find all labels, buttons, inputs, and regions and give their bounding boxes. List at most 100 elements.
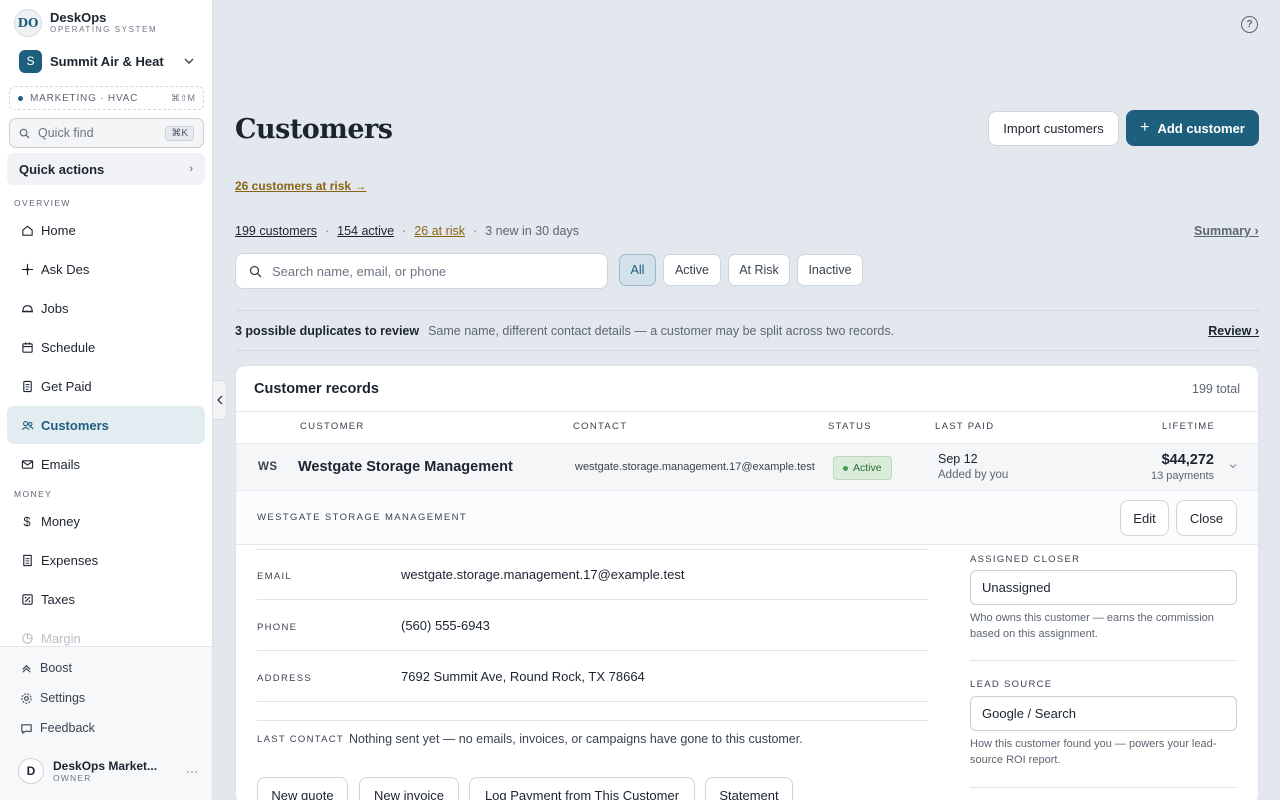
sidebar-collapse-button[interactable] [213,380,227,420]
more-icon[interactable]: ··· [186,764,198,778]
sidebar-item-label: Home [41,222,76,238]
assigned-closer-select[interactable]: Unassigned [970,570,1237,605]
search-input[interactable] [272,263,594,279]
user-name: DeskOps Market... [53,758,158,773]
dollar-icon: $ [23,513,31,529]
table-row[interactable]: WS Westgate Storage Management westgate.… [236,443,1258,491]
stat-separator: · [402,224,407,238]
filter-at-risk[interactable]: At Risk [728,254,790,286]
quick-find[interactable]: ⌘K [9,118,204,148]
add-customer-button[interactable]: + Add customer [1126,110,1259,146]
feedback-label: Feedback [40,721,95,735]
lead-source-select[interactable]: Google / Search [970,696,1237,731]
sidebar-item-label: Emails [41,456,81,472]
column-header-customer[interactable]: CUSTOMER [300,421,365,432]
column-header-status[interactable]: STATUS [828,421,872,432]
last-contact-text: Nothing sent yet — no emails, invoices, … [349,732,803,746]
workspace-shortcut: ⌘⇧M [170,92,195,103]
payment-count: 13 payments [1151,470,1214,482]
chevron-down-icon[interactable] [1228,461,1238,471]
stat-new: 3 new in 30 days [485,224,580,238]
assigned-closer-label: ASSIGNED CLOSER [970,554,1081,565]
nav-section-money: MONEY [14,489,53,499]
records-count: 199 total [1192,381,1240,396]
field-value[interactable]: (560) 555-6943 [401,618,490,633]
stat-at-risk[interactable]: 26 at risk [414,224,465,238]
add-customer-label: Add customer [1157,120,1245,136]
filter-active[interactable]: Active [663,254,721,286]
sidebar-item-emails[interactable]: Emails [7,445,205,483]
customer-records-card: Customer records 199 total CUSTOMER CONT… [235,365,1259,800]
customer-search[interactable] [235,253,608,289]
review-duplicates-link[interactable]: Review › [1208,324,1259,338]
settings-link[interactable]: Settings [19,691,85,705]
new-invoice-button[interactable]: New invoice [359,777,459,800]
boost-link[interactable]: Boost [19,661,72,675]
close-button[interactable]: Close [1176,500,1237,536]
user-role: OWNER [53,772,92,783]
last-paid: Sep 12 Added by you [938,452,1008,481]
column-header-last-paid[interactable]: LAST PAID [935,421,994,432]
help-icon[interactable]: ? [1241,16,1258,33]
log-payment-button[interactable]: Log Payment from This Customer [469,777,695,800]
chart-icon [20,631,34,645]
org-switcher[interactable]: S Summit Air & Heat [9,46,205,76]
boost-icon [19,661,33,675]
sidebar-item-ask-des[interactable]: Ask Des [7,250,205,288]
field-label: EMAIL [257,571,293,582]
quick-actions-button[interactable]: Quick actions › [7,153,205,185]
sidebar-item-customers[interactable]: Customers [7,406,205,444]
stat-separator: · [473,224,478,238]
field-value[interactable]: westgate.storage.management.17@example.t… [401,567,684,582]
home-icon [20,223,34,237]
customer-stats: 199 customers · 154 active · 26 at risk … [235,224,579,238]
column-header-lifetime[interactable]: LIFETIME [1162,421,1215,432]
org-avatar: S [19,49,42,73]
feedback-link[interactable]: Feedback [19,721,95,735]
user-menu[interactable]: D DeskOps Market... OWNER ··· [18,757,198,785]
quick-find-input[interactable] [38,126,166,140]
duplicates-description: Same name, different contact details — a… [428,323,895,338]
boost-label: Boost [40,661,72,675]
sidebar-item-money[interactable]: $ Money [7,502,205,540]
sidebar-item-jobs[interactable]: Jobs [7,289,205,327]
sidebar-item-schedule[interactable]: Schedule [7,328,205,366]
import-customers-button[interactable]: Import customers [988,111,1119,146]
duplicates-banner: 3 possible duplicates to review Same nam… [235,310,1259,351]
customer-email: westgate.storage.management.17@example.t… [575,461,815,473]
at-risk-link[interactable]: 26 customers at risk → [235,179,366,193]
quick-find-shortcut: ⌘K [165,125,194,141]
edit-button[interactable]: Edit [1120,500,1169,536]
field-email: EMAIL westgate.storage.management.17@exa… [257,549,928,600]
field-address: ADDRESS 7692 Summit Ave, Round Rock, TX … [257,651,928,702]
filter-inactive[interactable]: Inactive [797,254,863,286]
users-icon [20,418,34,432]
new-quote-button[interactable]: New quote [257,777,348,800]
status-label: Active [853,462,882,474]
sidebar-item-label: Expenses [41,552,99,568]
plus-icon: + [1140,119,1150,136]
customer-name[interactable]: Westgate Storage Management [298,459,513,475]
field-phone: PHONE (560) 555-6943 [257,600,928,651]
card-title: Customer records [254,380,379,397]
quick-actions-label: Quick actions [19,161,105,177]
workspace-pill[interactable]: MARKETING · HVAC ⌘⇧M [9,86,204,110]
statement-button[interactable]: Statement [705,777,793,800]
brand-logo: DO [14,9,42,37]
sidebar-item-taxes[interactable]: Taxes [7,580,205,618]
sidebar-item-get-paid[interactable]: Get Paid [7,367,205,405]
search-icon [19,128,30,139]
receipt-icon [20,553,34,567]
chevron-down-icon [184,58,194,64]
detail-title: WESTGATE STORAGE MANAGEMENT [257,512,468,523]
field-value[interactable]: 7692 Summit Ave, Round Rock, TX 78664 [401,669,645,684]
lead-source-help: How this customer found you — powers you… [970,738,1217,766]
sidebar-item-expenses[interactable]: Expenses [7,541,205,579]
brand[interactable]: DO DeskOps OPERATING SYSTEM [14,9,157,37]
sidebar-item-home[interactable]: Home [7,211,205,249]
column-header-contact[interactable]: CONTACT [573,421,627,432]
filter-all[interactable]: All [619,254,656,286]
stat-total[interactable]: 199 customers [235,224,317,238]
stat-active[interactable]: 154 active [337,224,394,238]
summary-link[interactable]: Summary › [1194,224,1259,238]
